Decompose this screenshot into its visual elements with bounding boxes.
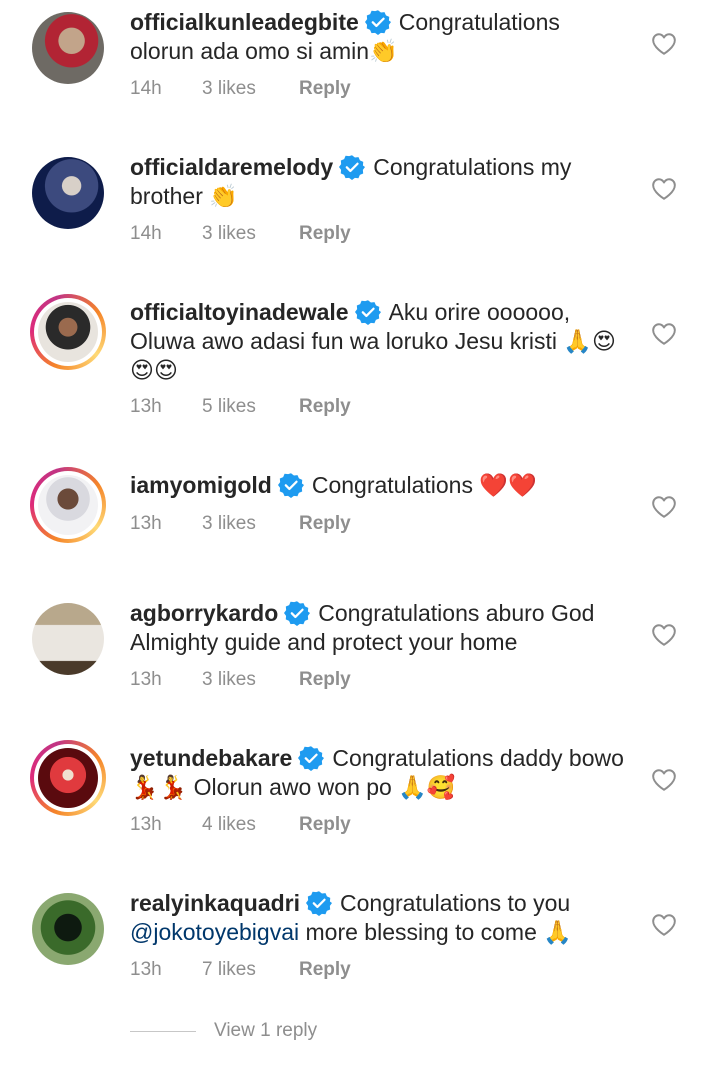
comment-time: 14h [130, 78, 162, 99]
comment-username[interactable]: realyinkaquadri [130, 890, 300, 916]
verified-badge-icon [277, 473, 304, 498]
comment-time: 13h [130, 959, 162, 980]
reply-button[interactable]: Reply [299, 814, 351, 836]
verified-badge-icon [306, 891, 333, 916]
avatar-photo [32, 893, 104, 965]
comment-body: officialkunleadegbite Congratulations olo… [130, 8, 630, 66]
comment-username[interactable]: agborrykardo [130, 600, 278, 626]
comment-username[interactable]: yetundebakare [130, 745, 292, 771]
comment-body: iamyomigold Congratulations ❤️❤️ [130, 471, 630, 500]
avatar-photo [32, 603, 104, 675]
avatar[interactable] [32, 603, 104, 675]
like-heart-icon[interactable] [651, 322, 677, 346]
comment-time: 14h [130, 223, 162, 244]
reply-button[interactable]: Reply [299, 959, 351, 981]
verified-badge-icon [298, 746, 325, 771]
comment-likes[interactable]: 4 likes [202, 814, 299, 836]
comment-likes[interactable]: 5 likes [202, 396, 299, 418]
comment-text: Congratulations to you [340, 890, 571, 916]
like-heart-icon[interactable] [651, 177, 677, 201]
comment-time: 13h [130, 814, 162, 835]
verified-badge-icon [364, 10, 391, 35]
like-heart-icon[interactable] [651, 495, 677, 519]
comment-body: officialdaremelody Congratulations my bro… [130, 153, 630, 211]
comment-body: realyinkaquadri Congratulations to you @j… [130, 889, 630, 947]
like-heart-icon[interactable] [651, 768, 677, 792]
avatar[interactable] [32, 893, 104, 965]
comment-body: agborrykardo Congratulations aburo God Al… [130, 599, 630, 657]
comment-likes[interactable]: 3 likes [202, 669, 299, 691]
avatar-photo [38, 475, 98, 535]
reply-button[interactable]: Reply [299, 78, 351, 100]
comment-username[interactable]: iamyomigold [130, 472, 272, 498]
avatar-photo [32, 12, 104, 84]
comment-likes[interactable]: 3 likes [202, 513, 299, 535]
like-heart-icon[interactable] [651, 623, 677, 647]
comment-meta: 13h 7 likes Reply [130, 959, 351, 981]
avatar-photo [38, 748, 98, 808]
mention-link[interactable]: @jokotoyebigvai [130, 919, 299, 945]
verified-badge-icon [354, 300, 381, 325]
reply-button[interactable]: Reply [299, 396, 351, 418]
avatar-story-ring[interactable] [30, 467, 106, 543]
like-heart-icon[interactable] [651, 913, 677, 937]
comment-likes[interactable]: 3 likes [202, 78, 299, 100]
avatar-photo [38, 302, 98, 362]
comment-time: 13h [130, 513, 162, 534]
verified-badge-icon [284, 601, 311, 626]
comment-meta: 14h 3 likes Reply [130, 78, 351, 100]
avatar[interactable] [32, 12, 104, 84]
comment-time: 13h [130, 396, 162, 417]
avatar-photo [32, 157, 104, 229]
comment-username[interactable]: officialkunleadegbite [130, 9, 359, 35]
comment-meta: 13h 4 likes Reply [130, 814, 351, 836]
reply-button[interactable]: Reply [299, 513, 351, 535]
reply-button[interactable]: Reply [299, 223, 351, 245]
avatar[interactable] [32, 157, 104, 229]
comment-body: officialtoyinadewale Aku orire oooooo, Ol… [130, 298, 630, 385]
comment-time: 13h [130, 669, 162, 690]
comment-likes[interactable]: 7 likes [202, 959, 299, 981]
like-heart-icon[interactable] [651, 32, 677, 56]
view-replies-button[interactable]: View 1 reply [130, 1020, 317, 1042]
comment-meta: 13h 5 likes Reply [130, 396, 351, 418]
comment-username[interactable]: officialdaremelody [130, 154, 333, 180]
comment-text: more blessing to come 🙏 [299, 919, 572, 945]
comment-body: yetundebakare Congratulations daddy bowo … [130, 744, 630, 802]
comment-username[interactable]: officialtoyinadewale [130, 299, 349, 325]
reply-button[interactable]: Reply [299, 669, 351, 691]
view-replies-label[interactable]: View 1 reply [214, 1020, 317, 1042]
avatar-story-ring[interactable] [30, 294, 106, 370]
verified-badge-icon [339, 155, 366, 180]
comment-meta: 14h 3 likes Reply [130, 223, 351, 245]
replies-divider [130, 1030, 196, 1032]
comment-likes[interactable]: 3 likes [202, 223, 299, 245]
avatar-story-ring[interactable] [30, 740, 106, 816]
comment-text: Congratulations ❤️❤️ [311, 472, 537, 498]
comment-meta: 13h 3 likes Reply [130, 513, 351, 535]
comment-meta: 13h 3 likes Reply [130, 669, 351, 691]
